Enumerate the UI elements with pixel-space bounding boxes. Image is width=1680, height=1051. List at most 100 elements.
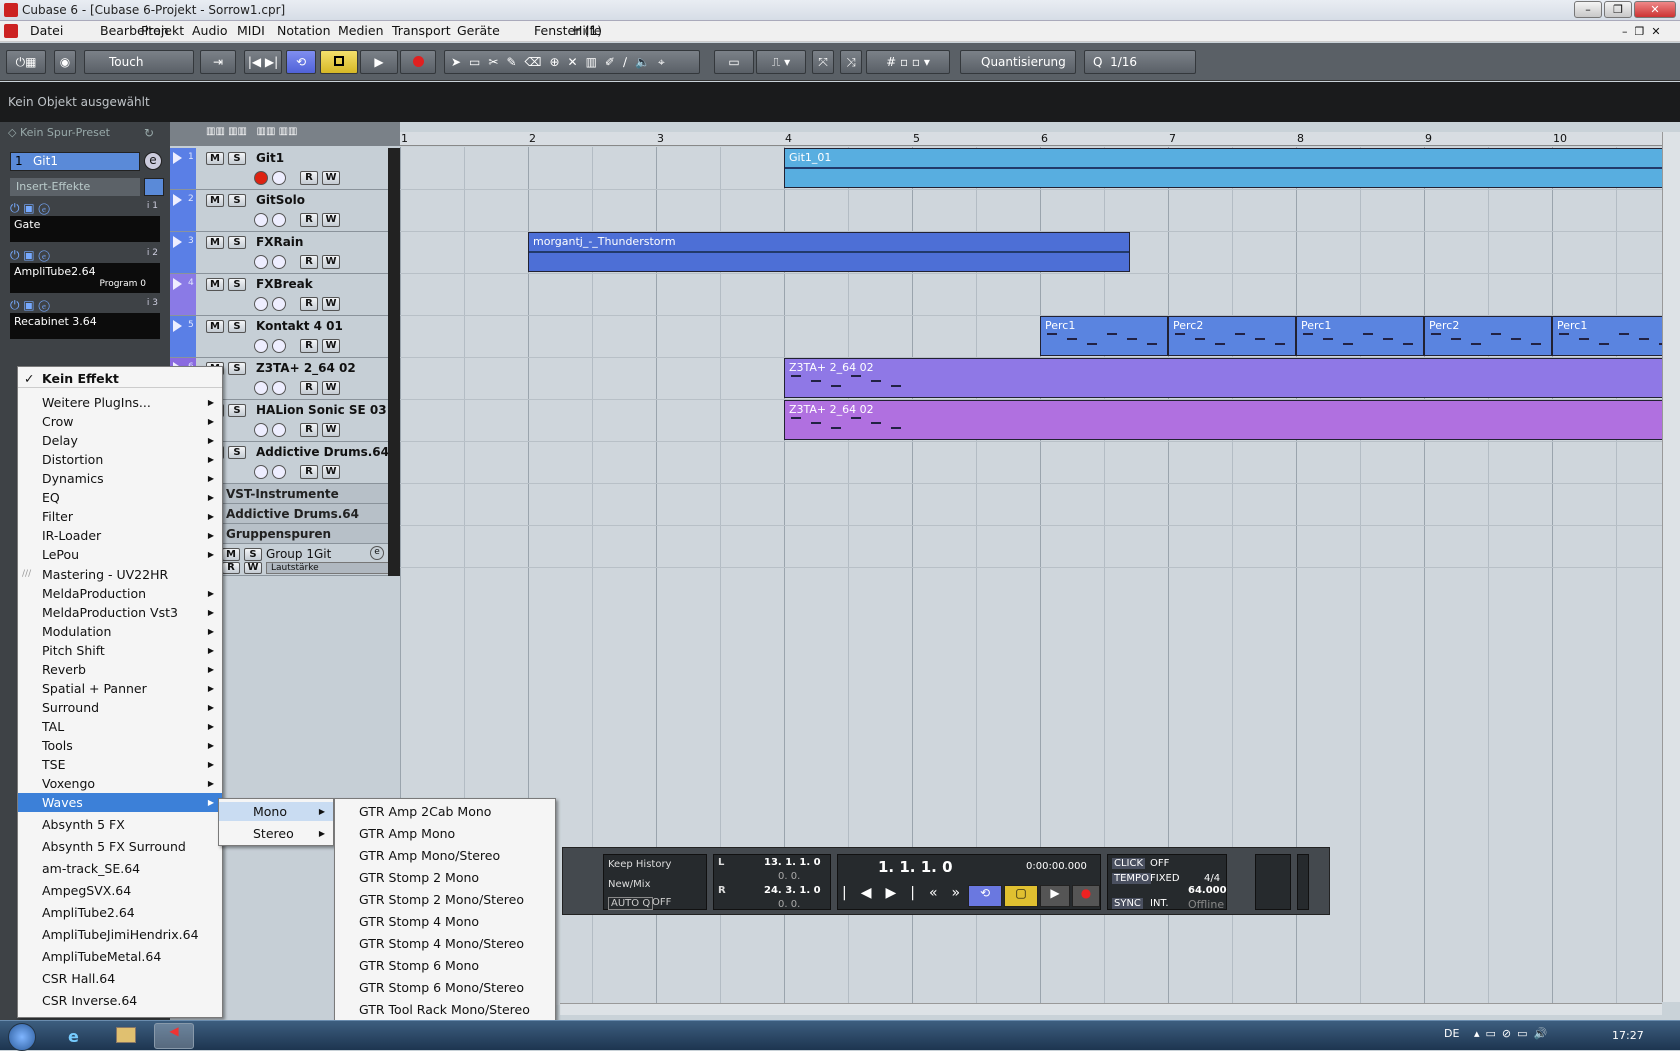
refresh-icon[interactable]: ↻ xyxy=(144,126,154,140)
midi-part[interactable]: Perc1 xyxy=(1040,316,1168,356)
snap-button[interactable]: ⤨ xyxy=(840,50,862,74)
write-automation-button[interactable]: W xyxy=(322,297,340,311)
menu-audio[interactable]: Audio xyxy=(192,23,228,38)
insert-slot-2[interactable]: AmpliTube2.64 Program 0 xyxy=(10,263,160,293)
master-level-slider[interactable] xyxy=(1297,854,1309,910)
plugin-menu-item[interactable]: Dynamics ▶ xyxy=(18,469,222,488)
mute-button[interactable]: M xyxy=(206,236,224,249)
read-automation-button[interactable]: R xyxy=(222,562,240,574)
right-locator-value[interactable]: 24. 3. 1. 0 xyxy=(764,885,821,896)
insert-effects-header[interactable]: Insert-Effekte xyxy=(10,178,140,196)
plugin-menu-item[interactable]: Crow ▶ xyxy=(18,412,222,431)
insert-slot-1-controls[interactable]: ⏻ ▣ ⓔ i 1 xyxy=(10,201,160,215)
track-row[interactable]: 5 M S Kontakt 4 01 R W xyxy=(170,316,400,358)
menu-medien[interactable]: Medien xyxy=(338,23,384,38)
track-color-strip[interactable]: 2 xyxy=(170,190,196,231)
monitor-button[interactable] xyxy=(272,171,286,185)
position-display[interactable]: 1. 1. 1. 0 0:00:00.000 |◀▶|«» ⟲ ▢ ▶ ● xyxy=(837,854,1101,910)
transport-cycle-button[interactable]: ⟲ xyxy=(968,885,1002,907)
menu-datei[interactable]: Datei xyxy=(30,23,63,38)
track-list-divider[interactable] xyxy=(388,148,400,576)
close-button[interactable]: ✕ xyxy=(1634,1,1676,18)
vertical-scrollbar[interactable] xyxy=(1662,132,1680,1002)
track-color-strip[interactable]: 3 xyxy=(170,232,196,273)
menu-hilfe[interactable]: Hilfe xyxy=(573,23,601,38)
automation-mode-select[interactable]: Touch xyxy=(84,50,194,74)
write-automation-button[interactable]: W xyxy=(322,465,340,479)
waves-plugin-item[interactable]: GTR Stomp 2 Mono/Stereo xyxy=(335,890,555,909)
plugin-menu-item[interactable]: Pitch Shift ▶ xyxy=(18,641,222,660)
plugin-menu-item[interactable]: TSE ▶ xyxy=(18,755,222,774)
activate-project-button[interactable]: ⏻▦ xyxy=(6,50,46,74)
sync-button[interactable]: SYNC xyxy=(1112,898,1143,909)
tempo-button[interactable]: TEMPO xyxy=(1112,873,1151,884)
snap-to-zero-button[interactable]: ⤧ xyxy=(812,50,834,74)
tempo-value[interactable]: 64.000 xyxy=(1188,885,1227,896)
plugin-menu-item[interactable]: am-track_SE.64 xyxy=(18,859,222,878)
insert-slot-3[interactable]: Recabinet 3.64 xyxy=(10,313,160,339)
grid-type-button[interactable]: # ▫ ▫ ▾ xyxy=(866,50,950,74)
track-name[interactable]: HALion Sonic SE 03 xyxy=(256,403,387,417)
timeline-ruler[interactable]: 1 2 3 4 5 6 7 8 9 10 xyxy=(400,132,1662,146)
transport-record-button[interactable]: ● xyxy=(1072,885,1100,907)
left-locator-value[interactable]: 13. 1. 1. 0 xyxy=(764,857,821,868)
solo-button[interactable]: S xyxy=(228,152,246,165)
menu-geraete[interactable]: Geräte xyxy=(457,23,500,38)
mute-button[interactable]: M xyxy=(206,320,224,333)
insert-slot-3-controls[interactable]: ⏻ ▣ ⓔ i 3 xyxy=(10,298,160,312)
doc-window-controls[interactable]: – ❐ ✕ xyxy=(1622,25,1661,38)
record-enable-button[interactable] xyxy=(254,255,268,269)
tray-icons[interactable]: ▴▭⊘▭🔊 xyxy=(1474,1027,1553,1040)
read-automation-button[interactable]: R xyxy=(300,423,318,437)
monitor-button[interactable] xyxy=(272,213,286,227)
plugin-menu-item[interactable]: CSR Inverse.64 xyxy=(18,991,222,1010)
plugin-menu-item[interactable]: AmpliTubeJimiHendrix.64 xyxy=(18,925,222,944)
track-name[interactable]: GitSolo xyxy=(256,193,305,207)
plugin-menu-item[interactable]: Absynth 5 FX Surround xyxy=(18,837,222,856)
mute-button[interactable]: M xyxy=(206,152,224,165)
track-color-strip[interactable]: 5 xyxy=(170,316,196,357)
mute-button[interactable]: M xyxy=(206,278,224,291)
plugin-menu-item[interactable]: Mastering - UV22HR /// xyxy=(18,565,222,584)
solo-button[interactable]: S xyxy=(244,548,262,561)
record-enable-button[interactable] xyxy=(254,213,268,227)
write-automation-button[interactable]: W xyxy=(322,213,340,227)
menu-transport[interactable]: Transport xyxy=(392,23,451,38)
plugin-menu-item[interactable]: Filter ▶ xyxy=(18,507,222,526)
waves-submenu-item[interactable]: Mono ▶ xyxy=(219,802,333,821)
mute-button[interactable]: M xyxy=(222,548,240,561)
waves-plugin-item[interactable]: GTR Tool Rack Mono/Stereo xyxy=(335,1000,555,1019)
new-mix-label[interactable]: New/Mix xyxy=(608,879,651,890)
write-automation-button[interactable]: W xyxy=(322,339,340,353)
track-list-header-buttons[interactable]: ▥▥ ▥▥ ▥▥ ▥▥ xyxy=(206,126,297,137)
plugin-menu-item[interactable]: AmpliTubeMetal.64 xyxy=(18,947,222,966)
monitor-button[interactable] xyxy=(272,339,286,353)
plugin-menu-item[interactable]: Absynth 5 FX xyxy=(18,815,222,834)
track-preset-field[interactable]: ◇ Kein Spur-Preset xyxy=(8,126,110,139)
plugin-menu-item[interactable]: Weitere PlugIns... ▶ xyxy=(18,393,222,412)
minimize-button[interactable]: – xyxy=(1574,1,1602,18)
nudge-button[interactable]: ⎍ ▾ xyxy=(756,50,806,74)
read-automation-button[interactable]: R xyxy=(300,465,318,479)
midi-part[interactable]: Perc2 xyxy=(1424,316,1552,356)
midi-part[interactable]: Perc1 xyxy=(1552,316,1662,356)
plugin-menu-item[interactable]: Spatial + Panner ▶ xyxy=(18,679,222,698)
monitor-button[interactable] xyxy=(272,423,286,437)
cycle-button[interactable]: ⟲ xyxy=(286,50,316,74)
quantize-value-select[interactable]: Q 1/16 xyxy=(1084,50,1196,74)
time-signature[interactable]: 4/4 xyxy=(1204,873,1220,884)
tool-buttons[interactable]: ➤▭✂✎⌫⊕✕▥✐∕🔈⌖ xyxy=(444,50,700,74)
plugin-menu-item[interactable]: IR-Loader ▶ xyxy=(18,526,222,545)
monitor-button[interactable] xyxy=(272,297,286,311)
plugin-menu-item[interactable]: Tools ▶ xyxy=(18,736,222,755)
expand-track-icon[interactable] xyxy=(173,236,182,248)
menu-notation[interactable]: Notation xyxy=(277,23,331,38)
waves-plugin-item[interactable]: GTR Stomp 4 Mono xyxy=(335,912,555,931)
menu-midi[interactable]: MIDI xyxy=(237,23,265,38)
cubase-taskbar-button[interactable]: ◀ xyxy=(154,1023,194,1049)
plugin-menu-item[interactable]: LePou ▶ xyxy=(18,545,222,564)
track-row[interactable]: 4 M S FXBreak R W xyxy=(170,274,400,316)
plugin-menu-item[interactable]: CSR Hall.64 xyxy=(18,969,222,988)
expand-track-icon[interactable] xyxy=(173,152,182,164)
transport-play-button[interactable]: ▶ xyxy=(1040,885,1070,907)
